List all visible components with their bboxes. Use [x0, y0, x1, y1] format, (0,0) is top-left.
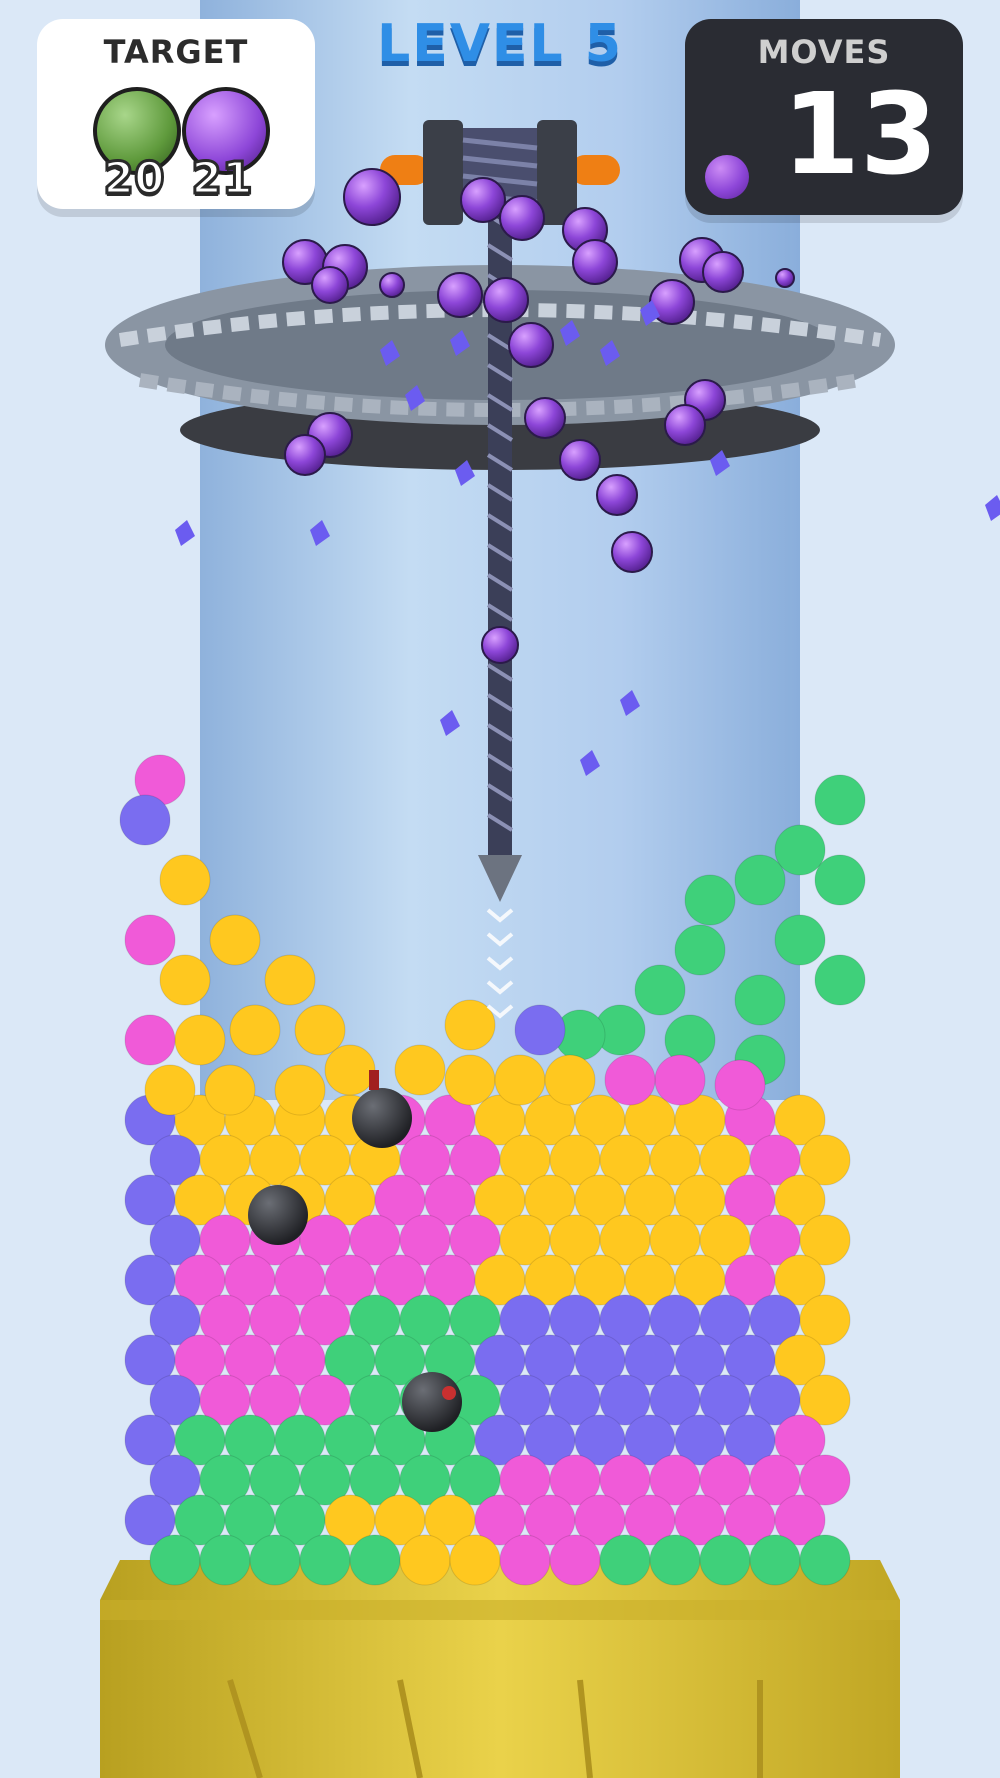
stack-ball: [549, 1534, 601, 1586]
stack-ball: [684, 874, 736, 926]
stack-ball: [159, 854, 211, 906]
flying-ball: [284, 434, 326, 476]
ball-shard: [175, 520, 195, 546]
stack-ball: [649, 1534, 701, 1586]
stack-ball: [349, 1534, 401, 1586]
stack-ball: [324, 1044, 376, 1096]
stack-ball: [714, 1059, 766, 1111]
flying-ball: [508, 322, 554, 368]
moves-title: MOVES: [757, 33, 891, 71]
flying-ball: [596, 474, 638, 516]
bomb-3[interactable]: [402, 1372, 462, 1432]
stack-ball: [204, 1064, 256, 1116]
flying-ball: [460, 177, 506, 223]
flying-ball: [664, 404, 706, 446]
stack-ball: [394, 1044, 446, 1096]
flying-ball: [524, 397, 566, 439]
stack-ball: [634, 964, 686, 1016]
stack-ball: [814, 954, 866, 1006]
moves-value: 13: [782, 70, 938, 200]
stack-ball: [699, 1534, 751, 1586]
stack-ball: [124, 1014, 176, 1066]
flying-ball: [499, 195, 545, 241]
moves-ball-icon: [705, 155, 749, 199]
stack-ball: [774, 914, 826, 966]
stack-ball: [814, 774, 866, 826]
stack-ball: [654, 1054, 706, 1106]
stack-ball: [514, 1004, 566, 1056]
pedestal: [100, 1560, 900, 1778]
stack-ball: [674, 924, 726, 976]
flying-ball: [559, 439, 601, 481]
flying-ball: [611, 531, 653, 573]
level-title: LEVEL 5: [377, 14, 623, 74]
stack-ball: [274, 1064, 326, 1116]
stack-ball: [499, 1534, 551, 1586]
stack-ball: [734, 974, 786, 1026]
stack-ball: [159, 954, 211, 1006]
stack-ball: [449, 1534, 501, 1586]
stack-ball: [199, 1534, 251, 1586]
flying-ball: [483, 277, 529, 323]
stack-ball: [799, 1534, 851, 1586]
stack-ball: [229, 1004, 281, 1056]
stack-ball: [544, 1054, 596, 1106]
stack-ball: [749, 1534, 801, 1586]
stack-ball: [209, 914, 261, 966]
flying-ball: [437, 272, 483, 318]
flying-ball: [343, 168, 401, 226]
stack-ball: [174, 1014, 226, 1066]
stack-ball: [494, 1054, 546, 1106]
stack-ball: [814, 854, 866, 906]
stack-ball: [734, 854, 786, 906]
stack-ball: [599, 1534, 651, 1586]
stack-ball: [149, 1534, 201, 1586]
stack-ball: [399, 1534, 451, 1586]
stack-ball: [249, 1534, 301, 1586]
target-count-purple: 21: [190, 153, 254, 204]
flying-ball: [311, 266, 349, 304]
stack-ball: [299, 1534, 351, 1586]
flying-ball: [572, 239, 618, 285]
stack-ball: [444, 1054, 496, 1106]
flying-ball: [379, 272, 405, 298]
stack-ball: [119, 794, 171, 846]
stack-ball: [264, 954, 316, 1006]
game-scene[interactable]: [0, 0, 1000, 1778]
stack-ball: [604, 1054, 656, 1106]
stack-ball: [124, 914, 176, 966]
target-title: TARGET: [103, 33, 249, 71]
flying-ball: [702, 251, 744, 293]
bomb-2[interactable]: [248, 1185, 308, 1245]
flying-ball: [775, 268, 795, 288]
stack-ball: [144, 1064, 196, 1116]
stack-ball: [294, 1004, 346, 1056]
target-panel: TARGET 20 21: [37, 19, 315, 209]
flying-ball: [481, 626, 519, 664]
stack-ball: [774, 824, 826, 876]
ball-shard: [985, 495, 1000, 521]
